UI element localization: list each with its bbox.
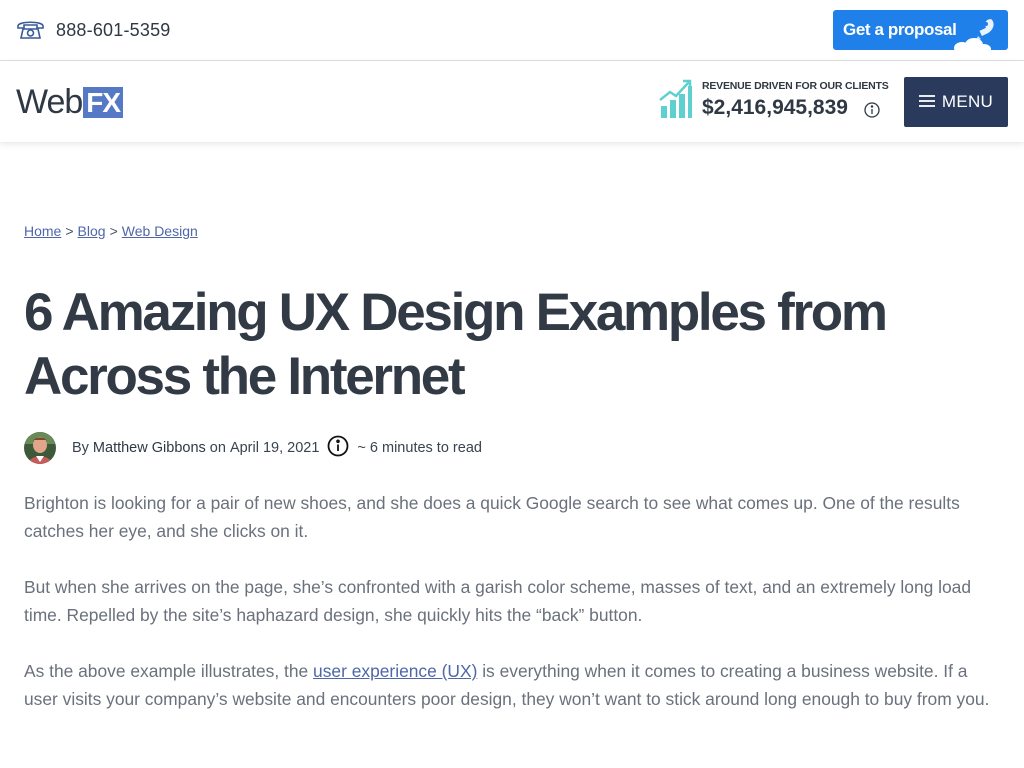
top-utility-bar: 888-601-5359 Get a proposal [0,0,1024,61]
menu-label: MENU [941,92,994,111]
webfx-logo[interactable]: Web FX [16,83,124,121]
on-label: on [209,440,226,456]
paragraph: But when she arrives on the page, she’s … [24,577,972,625]
paragraph: Brighton is looking for a pair of new sh… [24,493,960,541]
breadcrumb-separator: > [65,223,74,239]
hamburger-icon [918,92,935,112]
cloud-icon [952,37,992,50]
breadcrumb: Home > Blog > Web Design [24,223,198,239]
info-icon[interactable] [864,102,880,123]
phone-link[interactable]: 888-601-5359 [16,18,171,42]
publish-date: April 19, 2021 [229,440,320,456]
info-icon[interactable] [327,435,349,461]
growth-chart-icon [659,78,693,125]
get-proposal-button[interactable]: Get a proposal [833,10,1008,50]
phone-number: 888-601-5359 [56,19,171,40]
logo-word: Web [16,83,83,121]
ux-link[interactable]: user experience (UX) [313,661,477,681]
breadcrumb-web-design[interactable]: Web Design [122,223,198,239]
revenue-label: REVENUE DRIVEN FOR OUR CLIENTS [702,80,889,92]
proposal-label: Get a proposal [843,20,957,39]
page-title: 6 Amazing UX Design Examples from Across… [24,283,888,406]
article-meta: By Matthew Gibbons on April 19, 2021 ~ 6… [24,432,482,464]
breadcrumb-separator: > [109,223,118,239]
author-name[interactable]: Matthew Gibbons [93,440,206,456]
revenue-counter: REVENUE DRIVEN FOR OUR CLIENTS $2,416,94… [659,78,894,126]
menu-button[interactable]: MENU [904,77,1008,127]
paragraph-text: As the above example illustrates, the [24,661,314,681]
author-avatar[interactable] [24,432,56,464]
revenue-value: $2,416,945,839 [702,96,848,119]
by-label: By [72,440,89,456]
phone-icon [16,18,45,42]
site-header: Web FX REVENUE DRIVEN FOR OUR CLIENTS $2… [0,61,1024,143]
logo-badge: FX [83,86,124,118]
breadcrumb-blog[interactable]: Blog [78,223,106,239]
article-body: Brighton is looking for a pair of new sh… [24,489,1000,741]
paragraph: As the above example illustrates, the us… [24,657,1000,713]
breadcrumb-home[interactable]: Home [24,223,61,239]
read-time: ~ 6 minutes to read [357,440,482,456]
